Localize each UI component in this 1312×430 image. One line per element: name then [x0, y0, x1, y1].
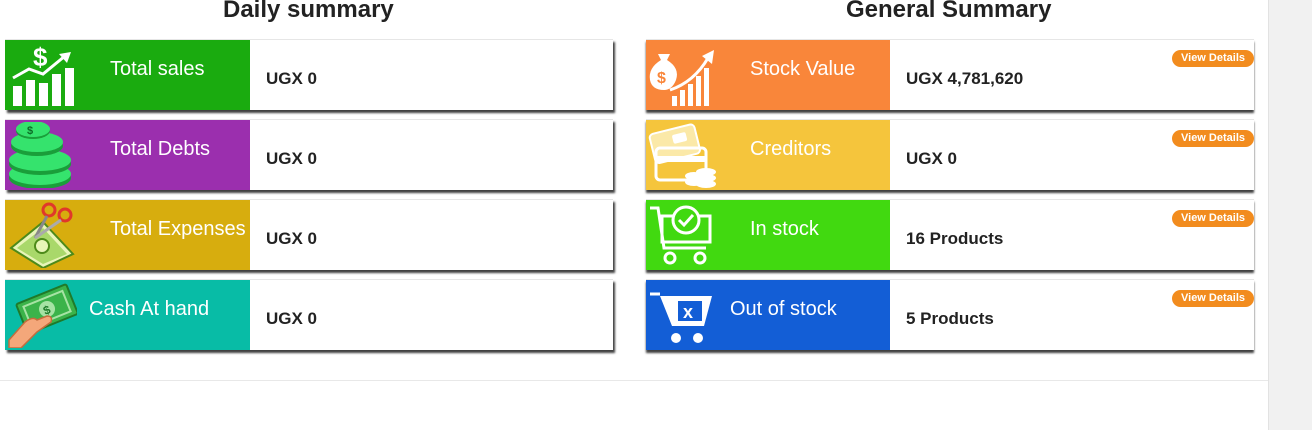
credit-card-coins-icon: [648, 123, 716, 188]
total-debts-card: $ Total Debts UGX 0: [5, 119, 613, 190]
cash-at-hand-tile: $ Cash At hand: [5, 280, 250, 350]
stock-value-tile: $ Stock Value: [646, 40, 890, 110]
creditors-tile: Creditors: [646, 120, 890, 190]
money-bag-growth-icon: $: [649, 50, 714, 106]
out-of-stock-details-button[interactable]: View Details: [1172, 290, 1254, 307]
total-expenses-tile: Total Expenses: [5, 200, 250, 270]
svg-text:x: x: [683, 302, 693, 322]
total-sales-value: UGX 0: [266, 69, 318, 88]
stock-value-details-button[interactable]: View Details: [1172, 50, 1254, 67]
out-of-stock-card: x Out of stock 5 Products View Details: [646, 279, 1254, 350]
in-stock-card: In stock 16 Products View Details: [646, 199, 1254, 270]
cash-at-hand-card: $ Cash At hand UGX 0: [5, 279, 613, 350]
in-stock-details-button[interactable]: View Details: [1172, 210, 1254, 227]
scissors-cash-icon: [9, 202, 75, 268]
coins-stack-icon: $: [9, 122, 71, 188]
in-stock-tile: In stock: [646, 200, 890, 270]
creditors-value: UGX 0: [906, 149, 958, 168]
svg-text:$: $: [33, 42, 48, 72]
creditors-card: Creditors UGX 0 View Details: [646, 119, 1254, 190]
cash-hand-icon: $: [8, 283, 77, 348]
cash-at-hand-value: UGX 0: [266, 309, 318, 328]
total-expenses-card: Total Expenses UGX 0: [5, 199, 613, 270]
total-expenses-value: UGX 0: [266, 229, 318, 248]
creditors-details-button[interactable]: View Details: [1172, 130, 1254, 147]
cart-x-icon: x: [650, 292, 712, 343]
total-sales-card: $ Total sales UGX 0: [5, 39, 613, 110]
daily-summary-title: Daily summary: [223, 0, 394, 23]
stock-value-label: Stock Value: [750, 58, 856, 80]
stock-value-value: UGX 4,781,620: [906, 69, 1024, 88]
total-sales-tile: $ Total sales: [5, 40, 250, 110]
creditors-label: Creditors: [750, 138, 832, 160]
out-of-stock-tile: x Out of stock: [646, 280, 890, 350]
cart-check-icon: [650, 205, 712, 265]
in-stock-label: In stock: [750, 218, 819, 240]
total-sales-label: Total sales: [110, 58, 205, 80]
out-of-stock-value: 5 Products: [906, 309, 994, 328]
svg-text:$: $: [657, 70, 666, 87]
total-expenses-label: Total Expenses: [110, 218, 246, 240]
total-debts-label: Total Debts: [110, 138, 211, 160]
section-divider: [0, 380, 1268, 381]
total-debts-value: UGX 0: [266, 149, 318, 168]
cash-at-hand-label: Cash At hand: [89, 298, 210, 320]
sales-chart-icon: $: [12, 42, 74, 106]
page-scrollbar[interactable]: [1268, 0, 1312, 430]
total-debts-tile: $ Total Debts: [5, 120, 250, 190]
svg-text:$: $: [27, 125, 33, 137]
out-of-stock-label: Out of stock: [730, 298, 837, 320]
general-summary-title: General Summary: [846, 0, 1052, 23]
stock-value-card: $ Stock Value UGX 4,781,620 View Details: [646, 39, 1254, 110]
in-stock-value: 16 Products: [906, 229, 1004, 248]
